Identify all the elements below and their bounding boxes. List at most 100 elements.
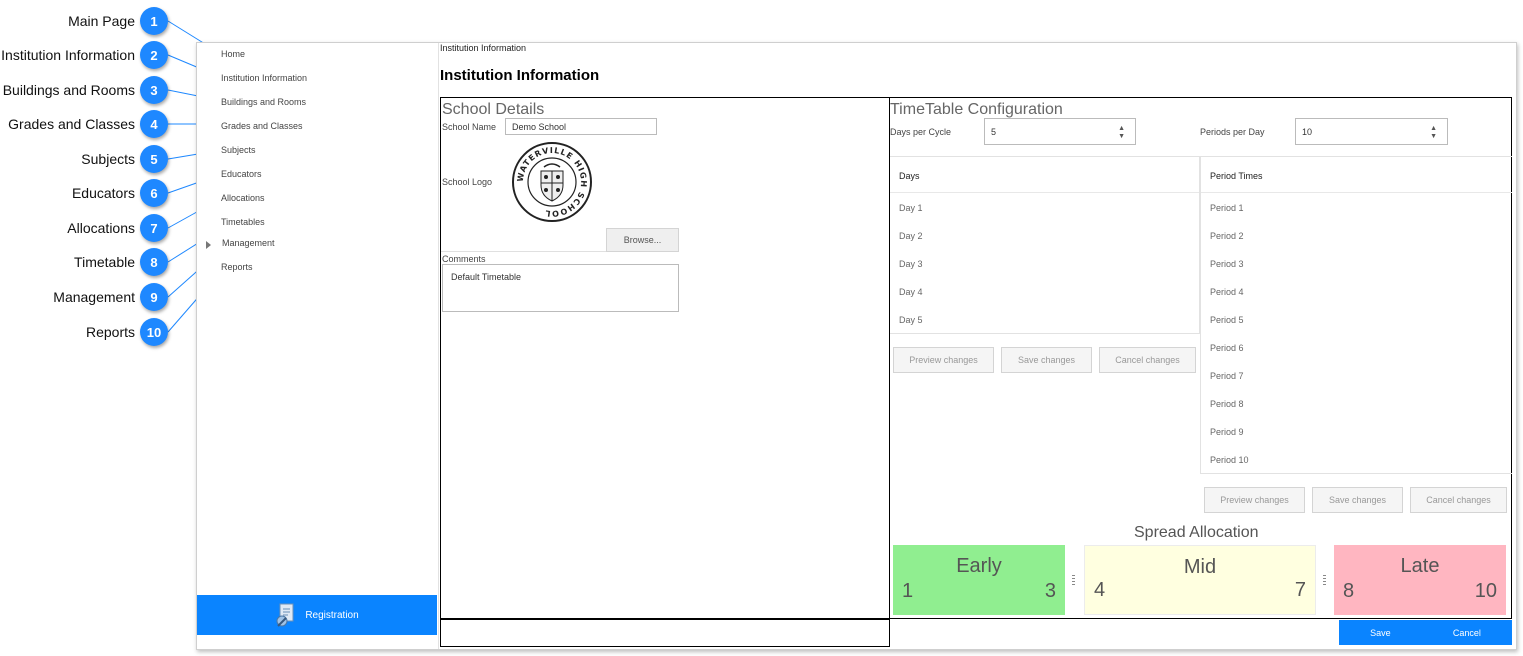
- callout-label-3: Buildings and Rooms: [2, 82, 135, 98]
- callout-label-10: Reports: [85, 324, 135, 340]
- days-header: Days: [899, 171, 920, 181]
- registration-label: Registration: [305, 609, 359, 621]
- drag-handle-icon[interactable]: [1323, 575, 1326, 587]
- comments-label: Comments: [442, 254, 486, 264]
- cancel-button[interactable]: Cancel: [1453, 628, 1481, 638]
- periods-save-changes-button[interactable]: Save changes: [1312, 487, 1403, 513]
- callout-label-4: Grades and Classes: [8, 116, 135, 132]
- spread-band-from: 8: [1343, 580, 1355, 602]
- sidebar-item-allocations[interactable]: Allocations: [221, 193, 265, 203]
- periods-per-day-value: 10: [1302, 126, 1313, 137]
- list-item[interactable]: Period 10: [1210, 455, 1249, 465]
- sidebar-item-institution-information[interactable]: Institution Information: [221, 73, 307, 83]
- timetable-config-panel: TimeTable Configuration Days per Cycle 5…: [889, 97, 1512, 619]
- sidebar-item-management[interactable]: Management: [222, 238, 275, 248]
- list-item[interactable]: Period 9: [1210, 427, 1244, 437]
- list-item[interactable]: Day 2: [899, 231, 923, 241]
- spread-allocation-title: Spread Allocation: [1134, 524, 1259, 541]
- sidebar-item-timetables[interactable]: Timetables: [221, 217, 265, 227]
- spread-band-name: Early: [956, 555, 1002, 577]
- list-item[interactable]: Day 3: [899, 259, 923, 269]
- sidebar-item-buildings-and-rooms[interactable]: Buildings and Rooms: [221, 97, 306, 107]
- list-item[interactable]: Period 7: [1210, 371, 1244, 381]
- spread-band-name: Mid: [1183, 556, 1217, 578]
- school-name-input[interactable]: Demo School: [505, 118, 657, 135]
- periods-preview-changes-button[interactable]: Preview changes: [1204, 487, 1305, 513]
- school-details-panel: School Details School Name Demo School S…: [440, 97, 890, 619]
- sidebar-item-home[interactable]: Home: [221, 49, 245, 59]
- school-footer-bar: [440, 619, 890, 647]
- spread-band-name: Late: [1400, 555, 1440, 577]
- periods-per-day-label: Periods per Day: [1200, 127, 1265, 137]
- callout-label-1: Main Page: [68, 13, 135, 29]
- days-cancel-changes-button[interactable]: Cancel changes: [1099, 347, 1196, 373]
- period-times-header: Period Times: [1210, 171, 1263, 181]
- sidebar-item-subjects[interactable]: Subjects: [221, 145, 256, 155]
- callout-badge-4: 4: [140, 110, 168, 138]
- days-per-cycle-label: Days per Cycle: [890, 127, 952, 137]
- callout-label-6: Educators: [71, 185, 135, 201]
- registration-button[interactable]: Registration: [197, 595, 437, 635]
- list-item[interactable]: Period 5: [1210, 315, 1244, 325]
- callout-label-8: Timetable: [74, 254, 135, 270]
- list-item[interactable]: Period 3: [1210, 259, 1244, 269]
- school-logo-image: WATERVILLE HIGH SCHOOL: [512, 142, 592, 222]
- days-save-changes-button[interactable]: Save changes: [1001, 347, 1092, 373]
- spinner-arrows-icon[interactable]: ▲ ▼: [1118, 125, 1125, 141]
- spread-band-from: 4: [1094, 579, 1106, 601]
- browse-button[interactable]: Browse...: [606, 228, 679, 252]
- days-list: Days Day 1 Day 2 Day 3 Day 4 Day 5: [890, 156, 1200, 334]
- list-item[interactable]: Period 6: [1210, 343, 1244, 353]
- sidebar-item-reports[interactable]: Reports: [221, 262, 253, 272]
- callout-badge-8: 8: [140, 248, 168, 276]
- registration-icon: [275, 603, 297, 627]
- spinner-arrows-icon[interactable]: ▲ ▼: [1430, 125, 1437, 141]
- save-button[interactable]: Save: [1370, 628, 1391, 638]
- school-logo-label: School Logo: [442, 177, 493, 187]
- spread-band-early[interactable]: Early 1 3: [893, 545, 1065, 615]
- breadcrumb: Institution Information: [440, 43, 527, 53]
- list-item[interactable]: Period 8: [1210, 399, 1244, 409]
- sidebar-item-educators[interactable]: Educators: [221, 169, 262, 179]
- spread-band-to: 3: [1044, 580, 1056, 602]
- list-item[interactable]: Day 1: [899, 203, 923, 213]
- list-item[interactable]: Day 5: [899, 315, 923, 325]
- sidebar-nav: Home Institution Information Buildings a…: [197, 43, 439, 649]
- spread-band-from: 1: [902, 580, 914, 602]
- callout-badge-10: 10: [140, 318, 168, 346]
- list-item[interactable]: Day 4: [899, 287, 923, 297]
- spread-band-late[interactable]: Late 8 10: [1334, 545, 1506, 615]
- list-item[interactable]: Period 1: [1210, 203, 1244, 213]
- comments-textarea[interactable]: Default Timetable: [442, 264, 679, 312]
- days-per-cycle-stepper[interactable]: 5 ▲ ▼: [984, 118, 1136, 145]
- drag-handle-icon[interactable]: [1072, 575, 1075, 587]
- days-per-cycle-value: 5: [991, 126, 997, 137]
- callout-badge-7: 7: [140, 214, 168, 242]
- sidebar-item-grades-and-classes[interactable]: Grades and Classes: [221, 121, 303, 131]
- period-times-list: Period Times Period 1 Period 2 Period 3 …: [1200, 156, 1512, 474]
- days-preview-changes-button[interactable]: Preview changes: [893, 347, 994, 373]
- timetable-config-title: TimeTable Configuration: [890, 101, 1063, 118]
- page-title: Institution Information: [440, 67, 600, 84]
- spread-band-to: 10: [1474, 580, 1497, 602]
- callout-label-9: Management: [53, 289, 135, 305]
- periods-cancel-changes-button[interactable]: Cancel changes: [1410, 487, 1507, 513]
- list-item[interactable]: Period 2: [1210, 231, 1244, 241]
- school-name-label: School Name: [442, 122, 497, 132]
- callout-badge-6: 6: [140, 179, 168, 207]
- list-item[interactable]: Period 4: [1210, 287, 1244, 297]
- callout-badge-2: 2: [140, 41, 168, 69]
- callout-badge-3: 3: [140, 76, 168, 104]
- callout-badge-1: 1: [140, 7, 168, 35]
- callout-badge-5: 5: [140, 145, 168, 173]
- school-details-title: School Details: [442, 101, 545, 118]
- callout-label-7: Allocations: [67, 220, 135, 236]
- callout-label-2: Institution Information: [1, 47, 135, 63]
- save-cancel-bar: Save Cancel: [1339, 620, 1512, 645]
- periods-per-day-stepper[interactable]: 10 ▲ ▼: [1295, 118, 1448, 145]
- logo-file-path-input[interactable]: [441, 228, 606, 252]
- expand-arrow-icon[interactable]: [206, 241, 211, 249]
- spread-band-mid[interactable]: Mid 4 7: [1084, 545, 1316, 615]
- callout-label-5: Subjects: [81, 151, 135, 167]
- app-window: Home Institution Information Buildings a…: [196, 42, 1517, 650]
